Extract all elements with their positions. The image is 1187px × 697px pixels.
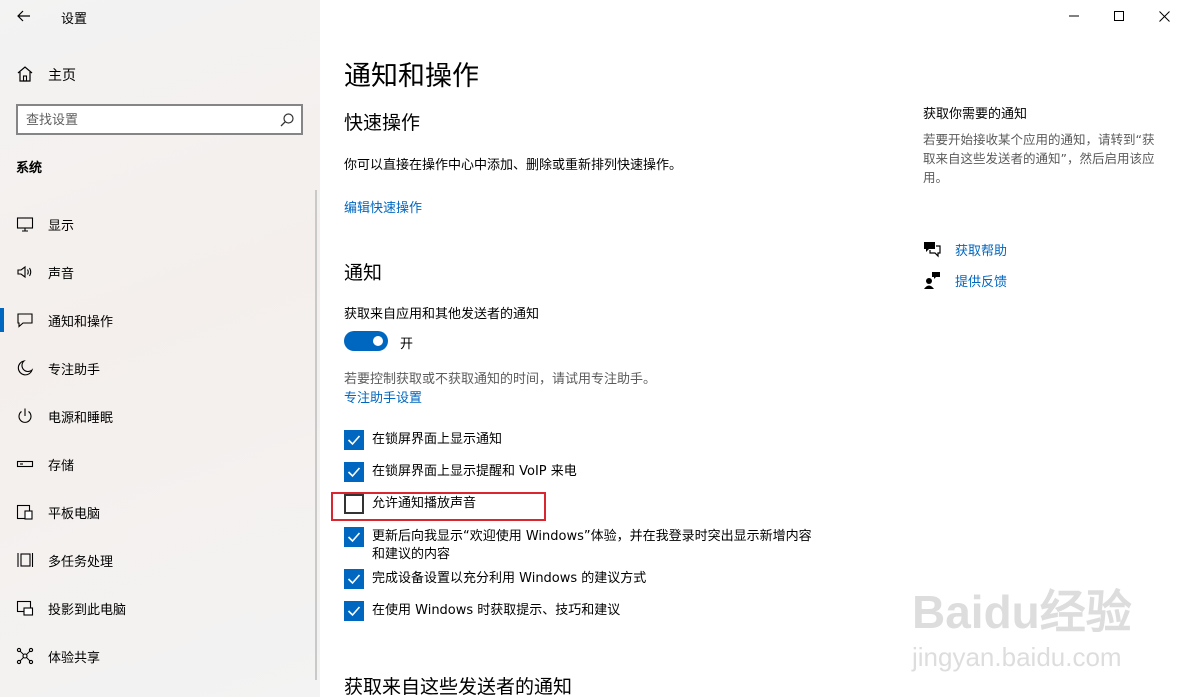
app-title: 设置 [61,12,88,27]
minimize-icon [1069,15,1079,17]
sidebar-item-notifications[interactable]: 通知和操作 [0,300,320,340]
notifications-heading: 通知 [344,262,383,284]
sidebar-item-label: 显示 [48,219,75,234]
maximize-button[interactable] [1096,0,1142,32]
related-description: 若要开始接收某个应用的通知，请转到“获取来自这些发送者的通知”，然后启用该应用。 [923,132,1155,185]
highlight-box [331,492,546,521]
quick-actions-heading: 快速操作 [344,112,421,134]
toggle-state-label: 开 [400,337,414,352]
nav-home[interactable]: 主页 [0,58,320,90]
search-input[interactable] [26,110,266,130]
focus-assist-settings-link[interactable]: 专注助手设置 [344,387,422,406]
speaker-icon [17,265,32,279]
checkbox-checked[interactable] [344,601,364,621]
sidebar-item-display[interactable]: 显示 [0,204,320,244]
storage-icon [16,460,34,468]
checkbox-label: 在锁屏界面上显示通知 [372,432,503,447]
sidebar-item-multitask[interactable]: 多任务处理 [0,540,320,580]
project-icon [16,600,34,616]
multitask-icon [17,553,34,567]
maximize-icon [1114,11,1124,21]
close-icon [1158,10,1170,22]
sidebar-item-share[interactable]: 体验共享 [0,636,320,676]
watermark-url: jingyan.baidu.com [911,642,1122,672]
active-indicator [0,308,4,332]
checkbox-label: 完成设备设置以充分利用 Windows 的建议方式 [372,571,647,586]
checkmark-icon [347,467,361,478]
sidebar-item-label: 投影到此电脑 [48,603,127,618]
moon-icon [17,360,34,376]
give-feedback-label: 提供反馈 [955,275,1008,290]
checkbox-checked[interactable] [344,569,364,589]
watermark-brand: Baidu经验 [912,586,1132,638]
back-arrow-icon [17,10,30,22]
sidebar-item-power[interactable]: 电源和睡眠 [0,396,320,436]
search-icon[interactable] [279,112,295,128]
toggle-knob [373,336,383,346]
close-button[interactable] [1141,0,1187,32]
senders-heading: 获取来自这些发送者的通知 [344,676,573,697]
notifications-toggle-caption: 获取来自应用和其他发送者的通知 [344,307,540,322]
help-chat-icon [924,242,941,258]
tablet-icon [16,504,33,520]
baidu-watermark: Baidu经验 jingyan.baidu.com [910,560,1180,680]
monitor-icon [16,217,34,232]
sidebar-item-label: 平板电脑 [48,507,101,522]
sidebar-item-label: 声音 [48,267,75,282]
edit-quick-actions-link[interactable]: 编辑快速操作 [344,197,422,216]
section-label: 系统 [16,161,43,176]
home-icon [17,66,33,82]
back-button[interactable] [10,4,38,28]
feedback-person-icon [924,272,940,289]
sidebar: 设置 主页 系统 显示 声音 通知和操作 专注助手 电源和睡眠 存储 平板电脑 … [0,0,320,697]
sidebar-item-label: 专注助手 [48,363,101,378]
search-box[interactable] [16,104,303,135]
get-help-label: 获取帮助 [955,244,1008,259]
nav-home-label: 主页 [48,68,76,84]
sidebar-item-sound[interactable]: 声音 [0,252,320,292]
notification-icon [17,313,33,328]
page-title: 通知和操作 [344,61,479,92]
sidebar-item-tablet[interactable]: 平板电脑 [0,492,320,532]
checkbox-checked[interactable] [344,430,364,450]
minimize-button[interactable] [1051,0,1097,32]
sidebar-item-project[interactable]: 投影到此电脑 [0,588,320,628]
checkmark-icon [347,435,361,446]
checkbox-label: 在使用 Windows 时获取提示、技巧和建议 [372,603,621,618]
power-icon [18,408,32,423]
sidebar-item-label: 体验共享 [48,651,101,666]
sidebar-item-label: 存储 [48,459,75,474]
checkmark-icon [347,606,361,617]
sidebar-item-focus[interactable]: 专注助手 [0,348,320,388]
checkbox-label: 更新后向我显示“欢迎使用 Windows”体验，并在我登录时突出显示新增内容和建… [372,529,812,562]
quick-actions-description: 你可以直接在操作中心中添加、删除或重新排列快速操作。 [344,158,683,173]
checkbox-checked[interactable] [344,527,364,547]
checkmark-icon [347,574,361,585]
sidebar-item-label: 电源和睡眠 [48,411,114,426]
checkbox-checked[interactable] [344,462,364,482]
sidebar-item-label: 多任务处理 [48,555,114,570]
checkbox-label: 在锁屏界面上显示提醒和 VoIP 来电 [372,464,577,479]
focus-assist-hint: 若要控制获取或不获取通知的时间，请试用专注助手。 [344,372,657,387]
share-icon [16,647,34,665]
sidebar-item-storage[interactable]: 存储 [0,444,320,484]
notifications-toggle[interactable] [344,331,388,351]
checkmark-icon [347,532,361,543]
related-title: 获取你需要的通知 [923,107,1028,122]
sidebar-item-label: 通知和操作 [48,315,114,330]
sidebar-scrollbar[interactable] [315,190,317,680]
